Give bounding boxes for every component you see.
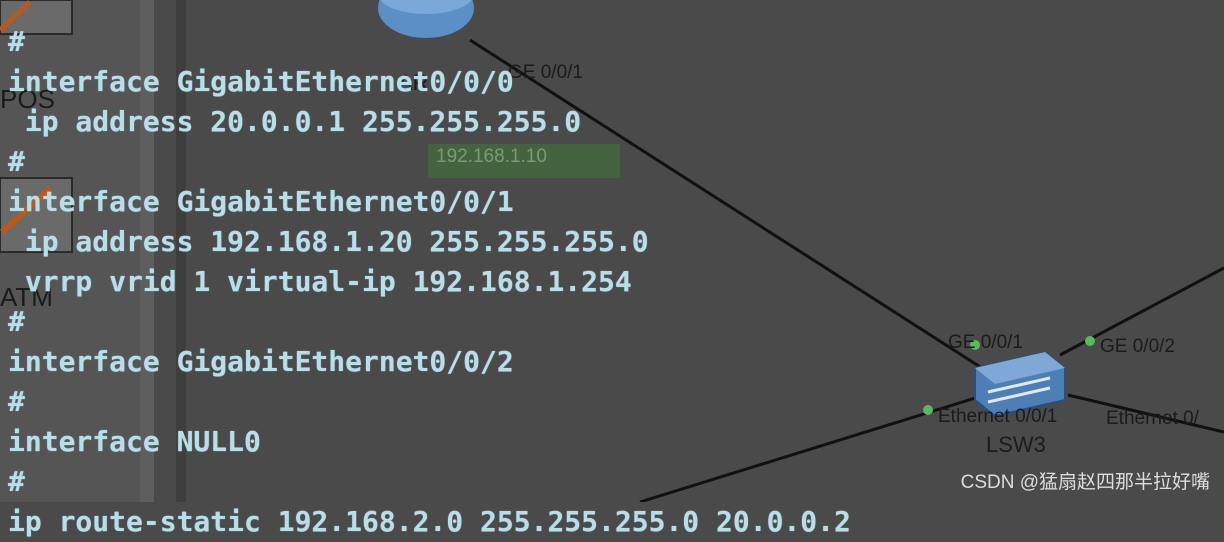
cli-line: # xyxy=(8,385,25,418)
cli-line: ip address 192.168.1.20 255.255.255.0 xyxy=(8,225,649,258)
cli-line: interface GigabitEthernet0/0/1 xyxy=(8,185,514,218)
csdn-watermark: CSDN @猛扇赵四那半拉好嘴 xyxy=(960,472,1210,493)
cli-line: ip route-static 192.168.2.0 255.255.255.… xyxy=(8,505,851,538)
cli-line: # xyxy=(8,305,25,338)
cli-line: vrrp vrid 1 virtual-ip 192.168.1.254 xyxy=(8,265,632,298)
cli-line: # xyxy=(8,145,25,178)
cli-line: interface GigabitEthernet0/0/0 xyxy=(8,65,514,98)
cli-config-output: # interface GigabitEthernet0/0/0 ip addre… xyxy=(8,22,1218,542)
cli-line: interface NULL0 xyxy=(8,425,261,458)
cli-line: ip address 20.0.0.1 255.255.255.0 xyxy=(8,105,582,138)
cli-line: # xyxy=(8,25,25,58)
cli-line: interface GigabitEthernet0/0/2 xyxy=(8,345,514,378)
